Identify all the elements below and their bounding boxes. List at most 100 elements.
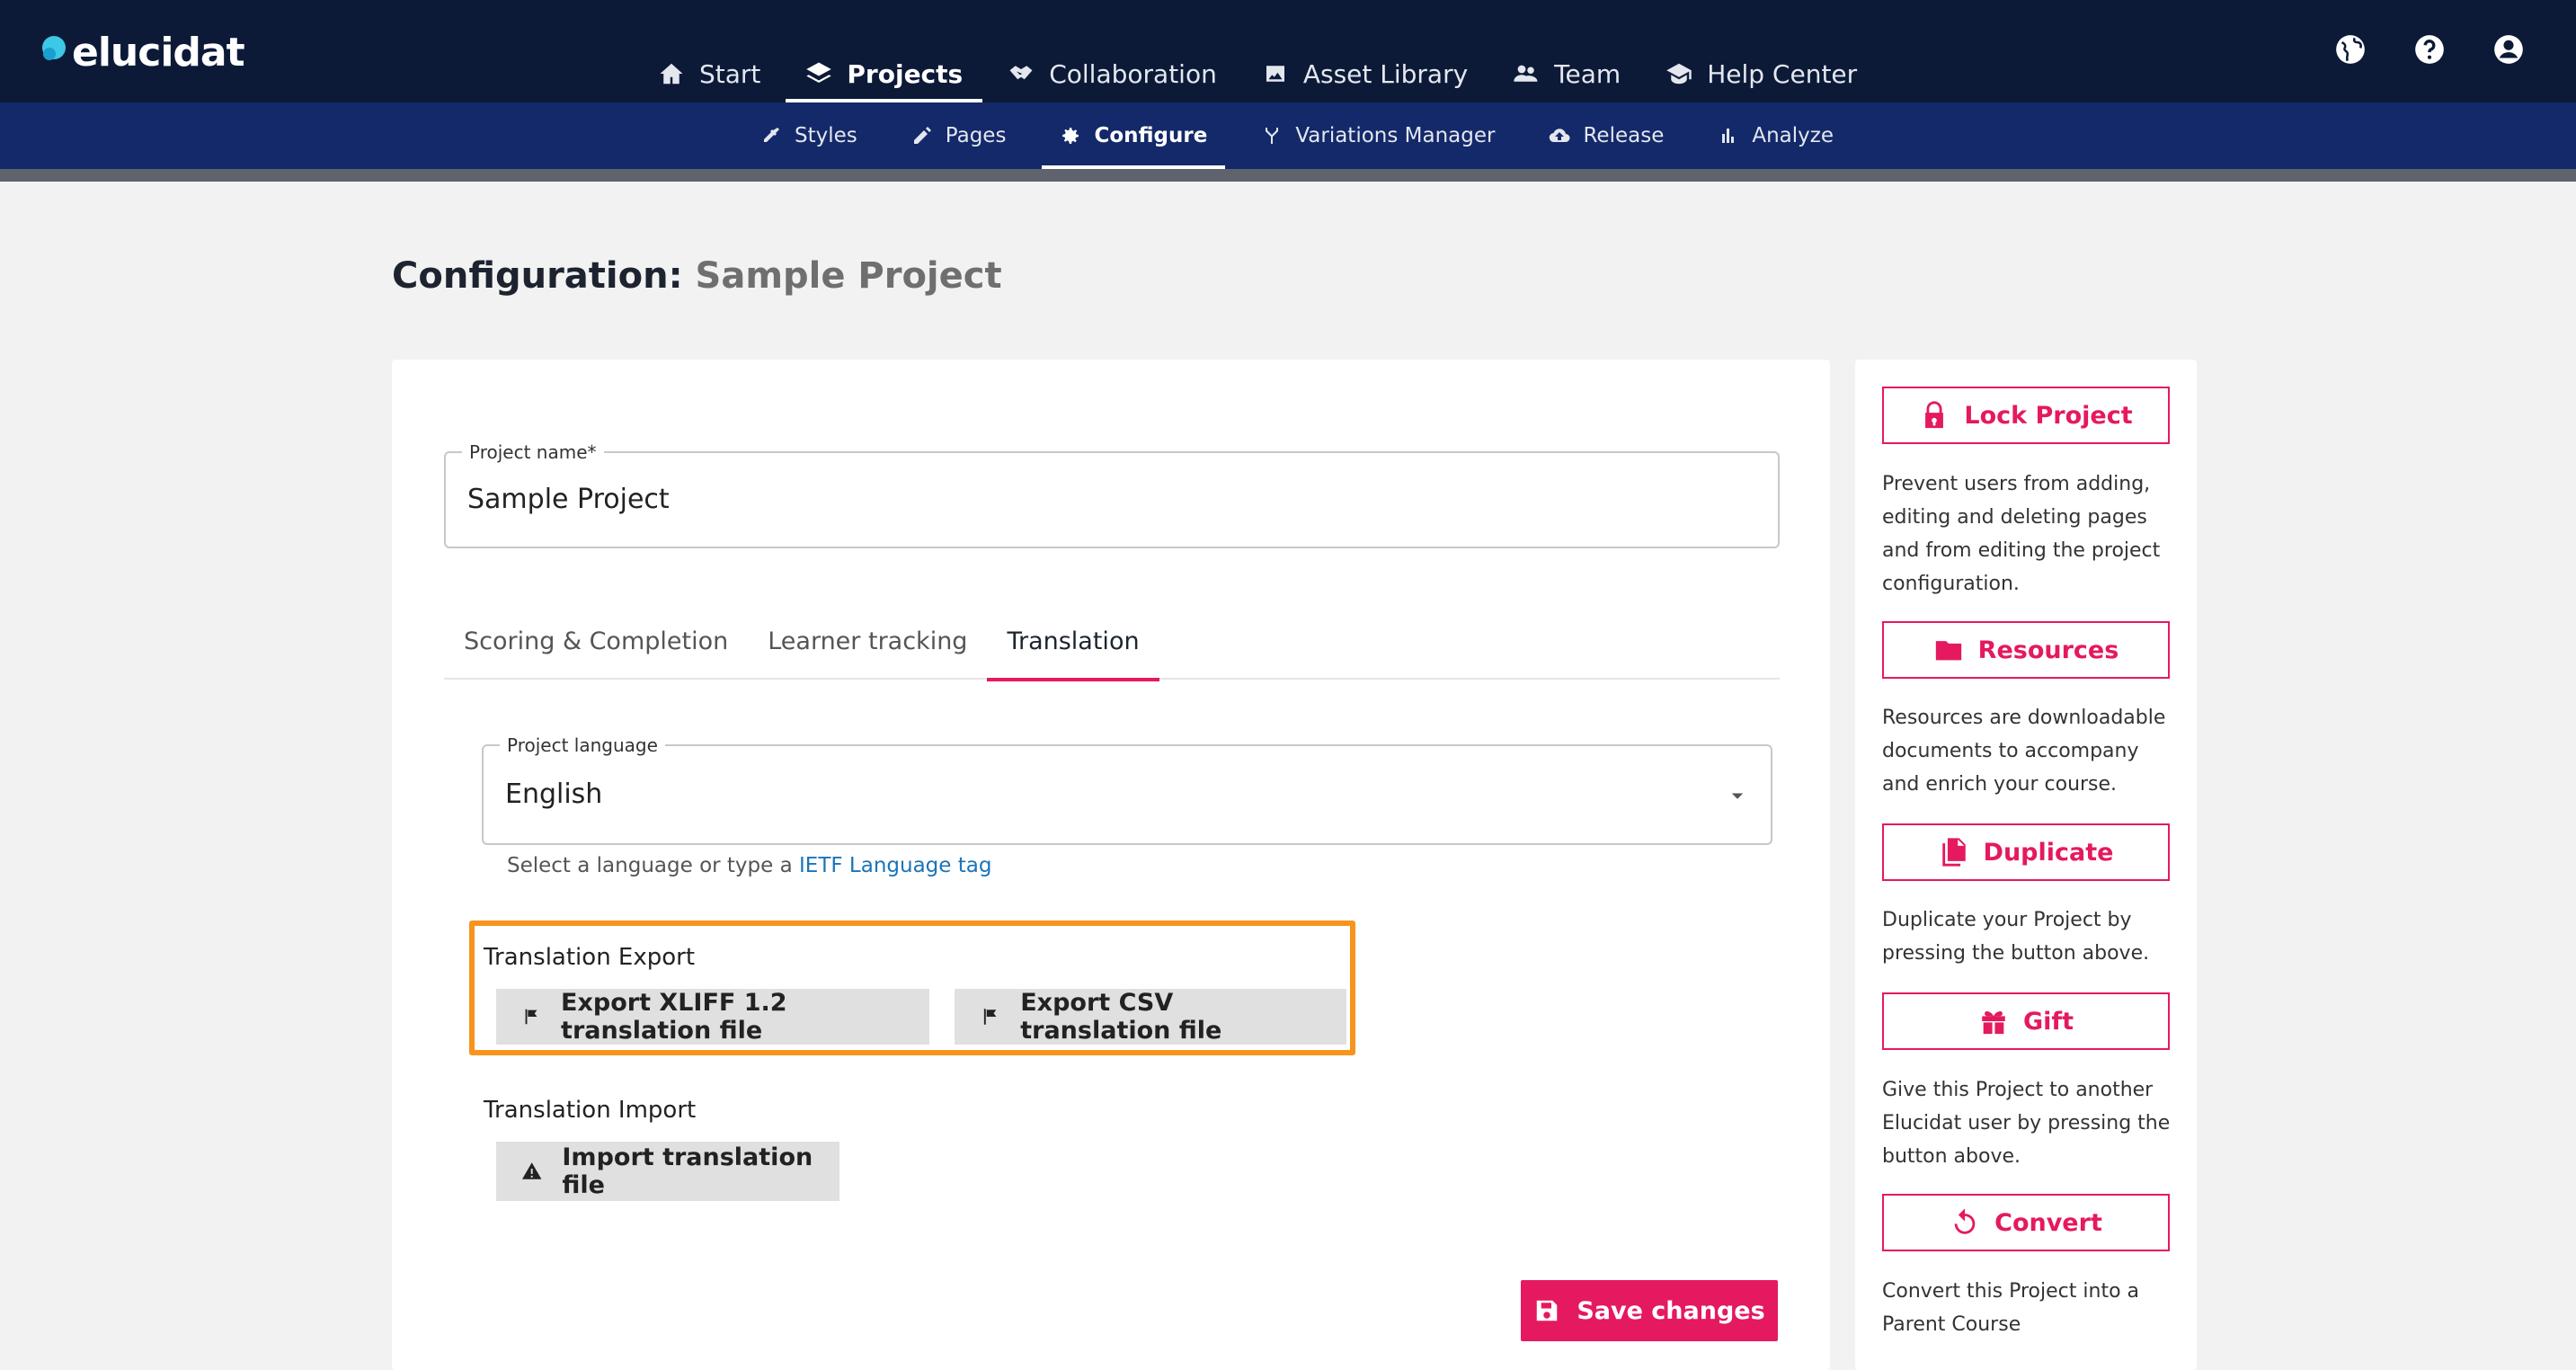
page-title: Configuration: Sample Project: [392, 255, 1002, 297]
convert-description: Convert this Project into a Parent Cours…: [1882, 1280, 2139, 1336]
divider-band: [0, 169, 2576, 182]
gear-icon: [1062, 128, 1079, 144]
subnav-pages[interactable]: Pages: [893, 102, 1025, 169]
nav-asset-library-label: Asset Library: [1302, 58, 1469, 89]
help-icon[interactable]: [2412, 32, 2447, 67]
resources-description: Resources are downloadable documents to …: [1882, 707, 2166, 796]
eyedropper-icon: [764, 128, 779, 142]
language-helper-text: Select a language or type a IETF Languag…: [507, 854, 991, 877]
people-icon: [1514, 65, 1538, 82]
graduation-cap-icon: [1666, 63, 1692, 85]
cloud-upload-icon: [1550, 129, 1570, 143]
project-actions-sidebar: Lock Project Prevent users from adding, …: [1855, 360, 2197, 1370]
subnav-pages-label: Pages: [945, 124, 1007, 147]
subnav-styles-label: Styles: [795, 124, 857, 147]
tab-translation[interactable]: Translation: [987, 602, 1159, 681]
export-xliff-button[interactable]: Export XLIFF 1.2 translation file: [496, 989, 929, 1045]
folder-icon: [1935, 641, 1961, 661]
globe-icon[interactable]: [2333, 32, 2367, 67]
account-icon[interactable]: [2492, 32, 2526, 67]
subnav-styles[interactable]: Styles: [742, 102, 875, 169]
export-xliff-label: Export XLIFF 1.2 translation file: [561, 989, 787, 1045]
nav-help-center-label: Help Center: [1707, 58, 1858, 89]
translation-export-title: Translation Export: [484, 944, 696, 971]
export-csv-label: Export CSV translation file: [1020, 989, 1222, 1045]
helper-text: Select a language or type a: [507, 854, 799, 877]
nav-start[interactable]: Start: [638, 45, 780, 102]
tab-scoring-completion[interactable]: Scoring & Completion: [444, 602, 748, 680]
subnav-analyze[interactable]: Analyze: [1700, 102, 1852, 169]
elucidat-logo[interactable]: elucidat: [40, 27, 245, 77]
flag-icon: [983, 1009, 997, 1025]
subnav-analyze-label: Analyze: [1752, 124, 1834, 147]
duplicate-label: Duplicate: [1983, 838, 2114, 867]
save-icon: [1537, 1300, 1558, 1321]
subnav-variations-label: Variations Manager: [1295, 124, 1496, 147]
configuration-card: Project name* Sample Project Scoring & C…: [392, 360, 1830, 1370]
gift-button[interactable]: Gift: [1882, 992, 2170, 1050]
subnav-release-label: Release: [1583, 124, 1665, 147]
resources-label: Resources: [1977, 636, 2119, 664]
convert-label: Convert: [1994, 1208, 2102, 1237]
tab-learner-tracking[interactable]: Learner tracking: [748, 602, 987, 680]
main-nav: Start Projects Collaboration Asset Libra…: [638, 45, 1882, 102]
nav-collaboration-label: Collaboration: [1049, 58, 1217, 89]
dropdown-arrow-icon: [1731, 793, 1744, 799]
handshake-icon: [1009, 66, 1033, 80]
duplicate-button[interactable]: Duplicate: [1882, 823, 2170, 881]
nav-team[interactable]: Team: [1493, 45, 1640, 102]
nav-start-label: Start: [699, 58, 761, 89]
top-navigation-bar: elucidat Start Projects Collaboration As…: [0, 0, 2576, 102]
nav-asset-library[interactable]: Asset Library: [1242, 45, 1488, 102]
sub-nav: Styles Pages Configure Variations Manage…: [742, 102, 1870, 169]
translation-import-title: Translation Import: [484, 1097, 697, 1124]
branch-icon: [1266, 128, 1279, 144]
import-translation-label: Import translation file: [562, 1143, 813, 1199]
pencil-icon: [913, 127, 931, 144]
gift-description: Give this Project to another Elucidat us…: [1882, 1079, 2171, 1168]
project-name-label: Project name*: [462, 441, 604, 463]
subnav-configure-label: Configure: [1094, 124, 1208, 147]
images-icon: [1266, 66, 1284, 82]
project-name-value: Sample Project: [467, 484, 670, 515]
save-changes-button[interactable]: Save changes: [1521, 1280, 1778, 1341]
utility-icons: [2333, 32, 2526, 67]
project-name-field[interactable]: Project name* Sample Project: [444, 441, 1780, 548]
refresh-icon: [1954, 1208, 1976, 1234]
nav-projects[interactable]: Projects: [786, 45, 983, 102]
page-title-project: Sample Project: [695, 255, 1002, 297]
save-changes-label: Save changes: [1577, 1296, 1765, 1325]
required-mark: *: [587, 441, 597, 463]
lock-project-description: Prevent users from adding, editing and d…: [1882, 473, 2161, 595]
project-language-select[interactable]: Project language English: [482, 734, 1772, 845]
lock-project-label: Lock Project: [1964, 401, 2133, 430]
subnav-variations-manager[interactable]: Variations Manager: [1243, 102, 1513, 169]
import-translation-button[interactable]: Import translation file: [496, 1142, 839, 1201]
layers-icon: [806, 62, 832, 83]
subnav-release[interactable]: Release: [1531, 102, 1682, 169]
configuration-tabs: Scoring & Completion Learner tracking Tr…: [444, 602, 1780, 681]
nav-team-label: Team: [1554, 58, 1621, 89]
convert-button[interactable]: Convert: [1882, 1194, 2170, 1251]
project-sub-navigation: Styles Pages Configure Variations Manage…: [0, 102, 2576, 169]
ietf-language-tag-link[interactable]: IETF Language tag: [799, 854, 991, 877]
nav-projects-label: Projects: [847, 58, 964, 89]
subnav-configure[interactable]: Configure: [1042, 102, 1226, 169]
page-title-prefix: Configuration:: [392, 255, 683, 297]
home-icon: [660, 63, 683, 85]
bar-chart-icon: [1722, 129, 1735, 143]
project-language-value: English: [505, 778, 603, 810]
project-language-label: Project language: [500, 734, 665, 756]
duplicate-description: Duplicate your Project by pressing the b…: [1882, 909, 2150, 965]
gift-label: Gift: [2022, 1007, 2074, 1036]
gift-icon: [1982, 1011, 2005, 1035]
project-name-label-text: Project name: [469, 441, 588, 463]
resources-button[interactable]: Resources: [1882, 621, 2170, 679]
export-csv-button[interactable]: Export CSV translation file: [955, 989, 1346, 1045]
warning-icon: [521, 1162, 542, 1179]
nav-help-center[interactable]: Help Center: [1646, 45, 1877, 102]
logo-mark-icon: [42, 36, 66, 60]
lock-project-button[interactable]: Lock Project: [1882, 387, 2170, 444]
nav-collaboration[interactable]: Collaboration: [988, 45, 1237, 102]
logo-text: elucidat: [72, 29, 245, 76]
